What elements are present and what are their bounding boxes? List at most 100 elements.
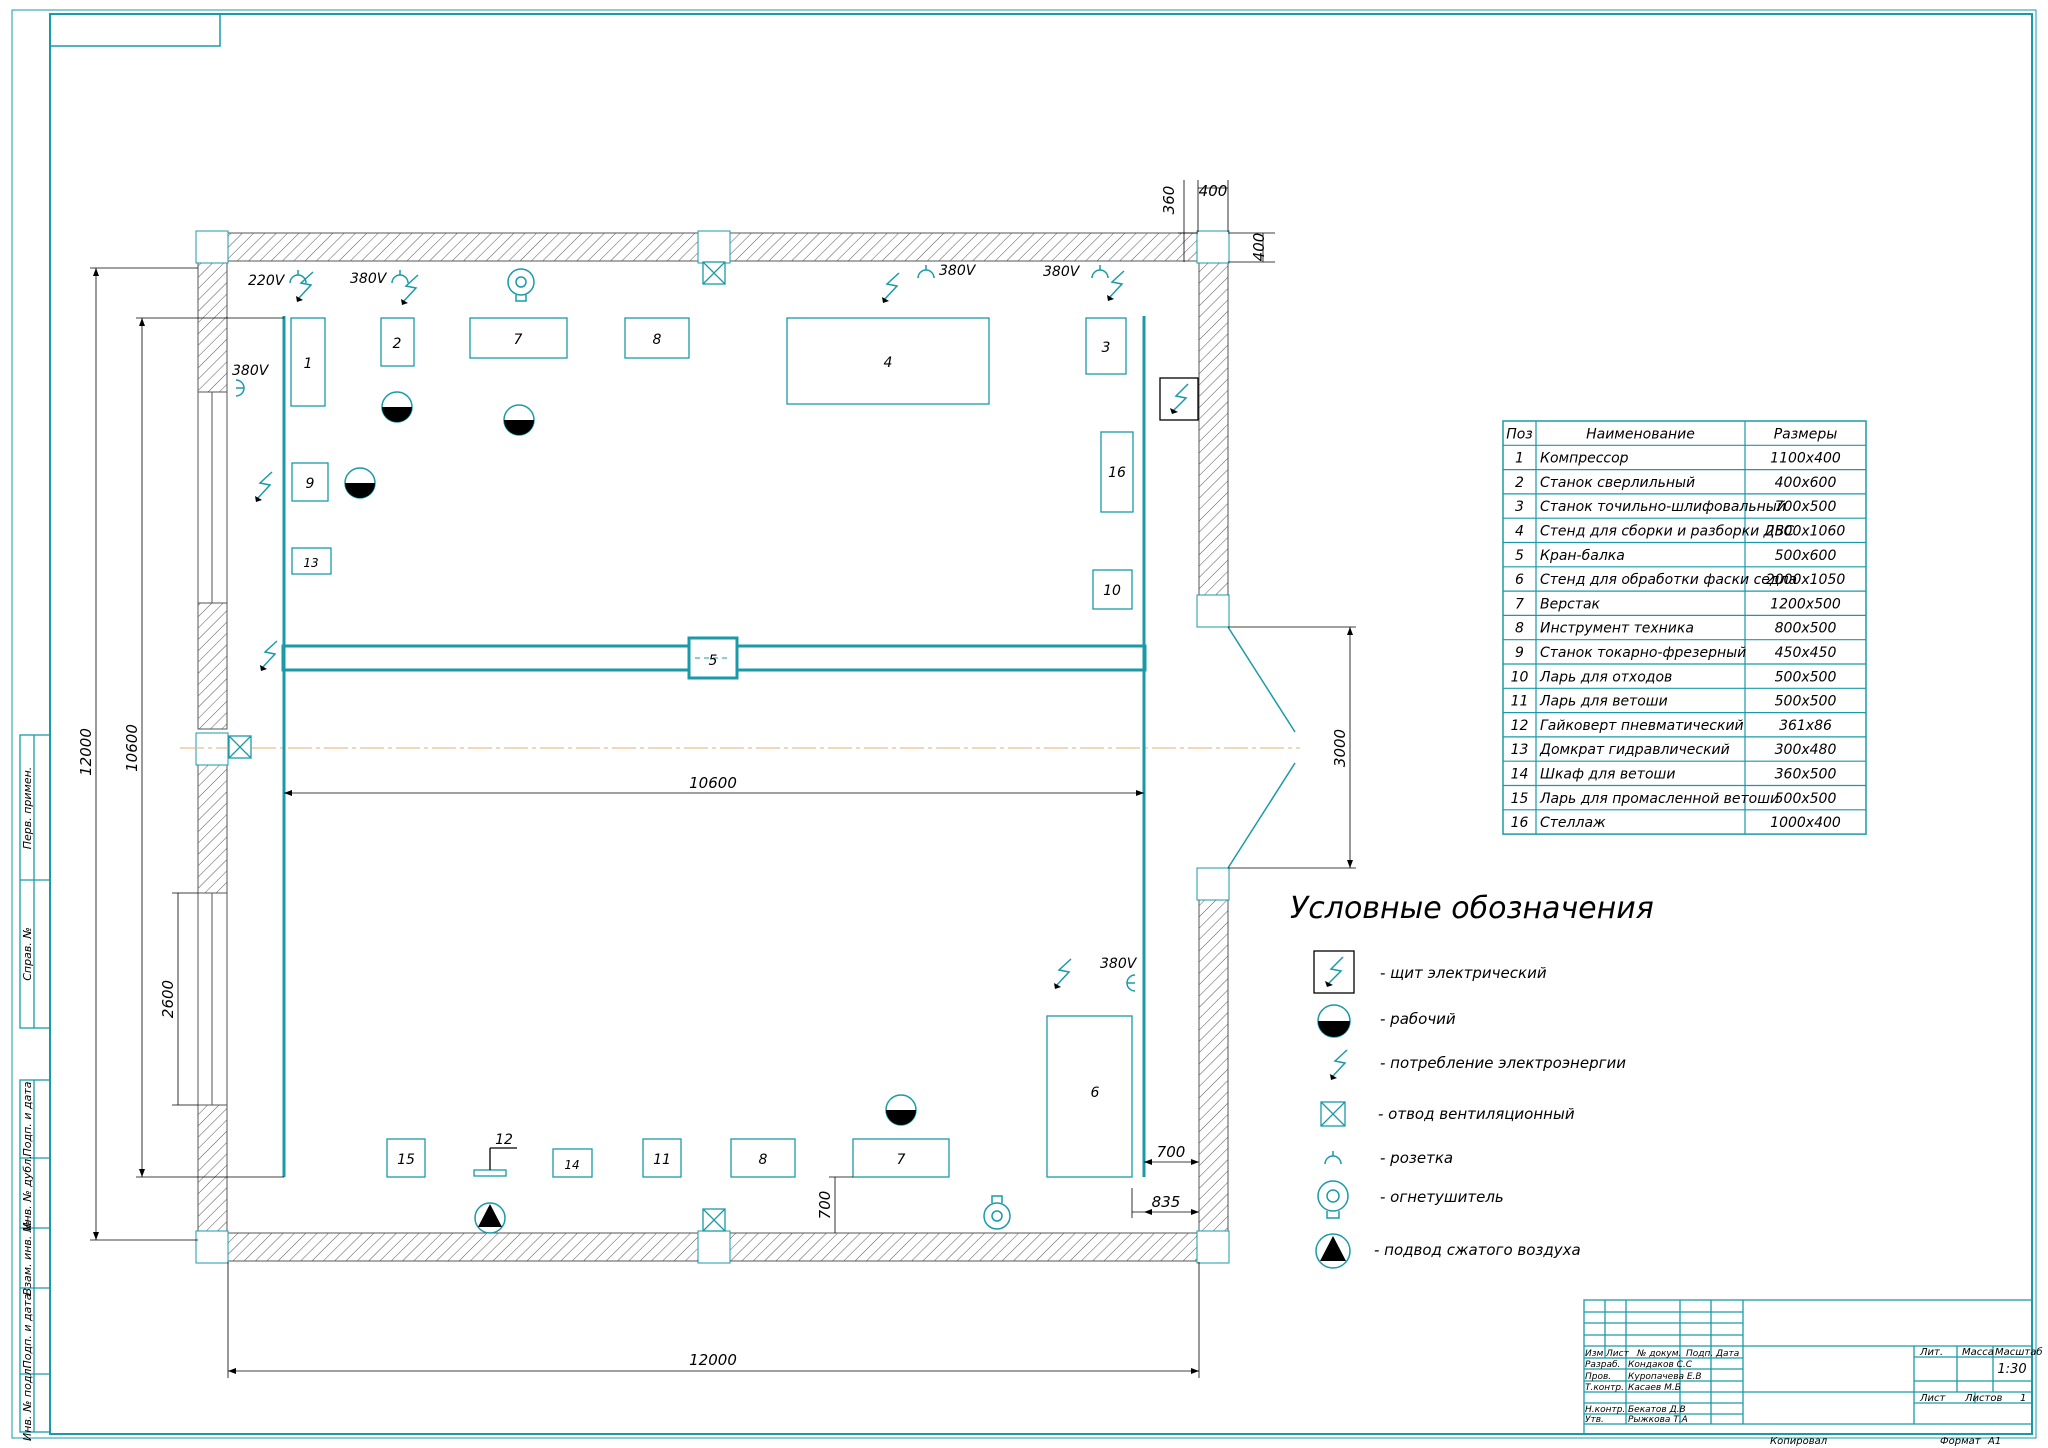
voltage-label: 380V	[1100, 956, 1138, 972]
pos-label: 3	[1102, 340, 1111, 356]
tb-col-head: Подп.	[1686, 1349, 1713, 1359]
tb-format: Формат	[1940, 1436, 1982, 1447]
pos-label: 8	[653, 332, 662, 348]
table-cell-pos: 11	[1511, 694, 1529, 710]
table-cell-name: Ларь для отходов	[1539, 669, 1672, 685]
dim-3000: 3000	[1331, 729, 1349, 767]
table-cell-size: 700х500	[1775, 499, 1837, 515]
equipment-12	[473, 1169, 507, 1177]
ventilation-outlet-icon	[702, 261, 726, 285]
tb-col-head: Лист	[1605, 1349, 1630, 1359]
socket-icon	[1091, 265, 1109, 279]
pos-label: 13	[303, 556, 318, 570]
legend-text: - подвод сжатого воздуха	[1374, 1241, 1581, 1259]
equipment-6	[1046, 1015, 1133, 1178]
side-stamp-label: Инв. № дубл.	[21, 1155, 34, 1230]
tb-role: Т.контр.	[1585, 1383, 1624, 1393]
dim-12000-vertical: 12000	[77, 728, 95, 776]
table-cell-size: 800х500	[1775, 621, 1837, 637]
side-stamp-label: Справ. №	[21, 927, 34, 981]
table-cell-pos: 15	[1511, 791, 1529, 807]
table-cell-size: 2500х1060	[1766, 524, 1846, 540]
table-cell-name: Стеллаж	[1540, 815, 1606, 831]
table-cell-pos: 3	[1515, 499, 1524, 515]
table-cell-name: Станок точильно-шлифовальный	[1540, 499, 1786, 515]
dim-400-side: 400	[1250, 233, 1268, 262]
table-cell-pos: 8	[1515, 621, 1524, 637]
tb-mass: Масса	[1962, 1347, 1994, 1358]
tb-person: Рыжкова Т.А	[1628, 1415, 1688, 1425]
tb-scale-head: Масштаб	[1995, 1346, 2043, 1358]
pos-label: 6	[1091, 1085, 1100, 1101]
table-cell-name: Станок сверлильный	[1540, 475, 1695, 491]
table-cell-pos: 1	[1515, 451, 1524, 467]
tb-person: Кондаков С.С	[1628, 1360, 1693, 1370]
tb-person: Касаев М.Б	[1628, 1383, 1681, 1393]
table-cell-pos: 6	[1515, 572, 1524, 588]
tb-lit: Лит.	[1919, 1347, 1943, 1358]
table-cell-pos: 16	[1511, 815, 1529, 831]
socket-icon	[1324, 1151, 1342, 1165]
worker-icon	[344, 467, 376, 499]
legend-text: - отвод вентиляционный	[1378, 1105, 1575, 1123]
pos-label: 11	[653, 1152, 671, 1168]
tb-format-val: А1	[1987, 1436, 2001, 1447]
power-consumption-icon	[1330, 1049, 1348, 1080]
tb-copied: Копировал	[1770, 1436, 1828, 1447]
table-cell-name: Ларь для ветоши	[1539, 694, 1668, 710]
power-consumption-icon	[296, 271, 314, 302]
legend-text: - рабочий	[1380, 1010, 1456, 1028]
table-cell-size: 2000х1050	[1766, 572, 1846, 588]
legend: Условные обозначения - щит электрический…	[1290, 891, 1654, 1269]
table-cell-pos: 4	[1515, 524, 1524, 540]
voltage-label: 380V	[1043, 264, 1081, 280]
position-labels: 1 2 7 8 4 3 16 9 13 10 5 15 12 14 11 8 7…	[303, 332, 1126, 1172]
compressed-air-icon	[474, 1202, 506, 1234]
tb-role: Разраб.	[1585, 1360, 1620, 1370]
table-header: Поз	[1506, 426, 1533, 442]
dim-12000-horizontal: 12000	[689, 1351, 737, 1369]
table-cell-name: Инструмент техника	[1540, 621, 1694, 637]
ventilation-outlet-icon	[702, 1208, 726, 1232]
floor-plan-drawing: 1 2 7 8 4 3 16 9 13 10 5 15 12 14 11 8 7…	[11, 9, 2043, 1447]
worker-icon	[885, 1094, 917, 1126]
table-cell-pos: 5	[1515, 548, 1524, 564]
fire-extinguisher-icon	[1317, 1180, 1349, 1219]
tb-sheets-val: 1	[2020, 1393, 2026, 1404]
dim-10600-horizontal: 10600	[689, 774, 737, 792]
table-cell-size: 500х500	[1775, 791, 1837, 807]
table-cell-name: Шкаф для ветоши	[1540, 767, 1675, 783]
socket-icon	[1126, 974, 1136, 992]
legend-text: - потребление электроэнергии	[1380, 1054, 1626, 1072]
power-consumption-icons	[255, 270, 1125, 989]
power-consumption-icon	[1054, 958, 1072, 989]
table-cell-size: 361х86	[1779, 718, 1832, 734]
table-cell-size: 1100х400	[1770, 451, 1841, 467]
table-cell-size: 400х600	[1775, 475, 1837, 491]
compressed-air-icon	[1315, 1233, 1351, 1269]
pos-label: 2	[393, 336, 402, 352]
pos-label: 7	[897, 1152, 906, 1168]
pos-label: 1	[304, 356, 313, 372]
table-cell-size: 500х600	[1775, 548, 1837, 564]
power-consumption-icon	[401, 274, 419, 305]
table-cell-name: Ларь для промасленной ветоши	[1539, 791, 1779, 807]
table-cell-name: Кран-балка	[1540, 548, 1625, 564]
legend-title: Условные обозначения	[1290, 891, 1654, 926]
tb-role: Утв.	[1585, 1415, 1604, 1425]
table-cell-pos: 2	[1515, 475, 1524, 491]
table-cell-size: 1200х500	[1770, 596, 1841, 612]
ventilation-outlet-icon	[1320, 1101, 1346, 1127]
ventilation-outlet-icon	[228, 735, 252, 759]
socket-icon	[235, 379, 245, 397]
pos-label: 14	[564, 1158, 579, 1172]
table-cell-name: Гайковерт пневматический	[1540, 718, 1744, 734]
walls	[195, 230, 1230, 1264]
side-stamp-label: Взам. инв. №	[21, 1221, 34, 1296]
top-left-stamp	[49, 13, 221, 47]
electric-panel-icon	[1159, 377, 1199, 421]
socket-icon	[391, 270, 409, 284]
side-stamp-label: Подп. и дата	[21, 1081, 34, 1156]
socket-icon	[917, 265, 935, 279]
tb-scale: 1:30	[1997, 1362, 2026, 1377]
